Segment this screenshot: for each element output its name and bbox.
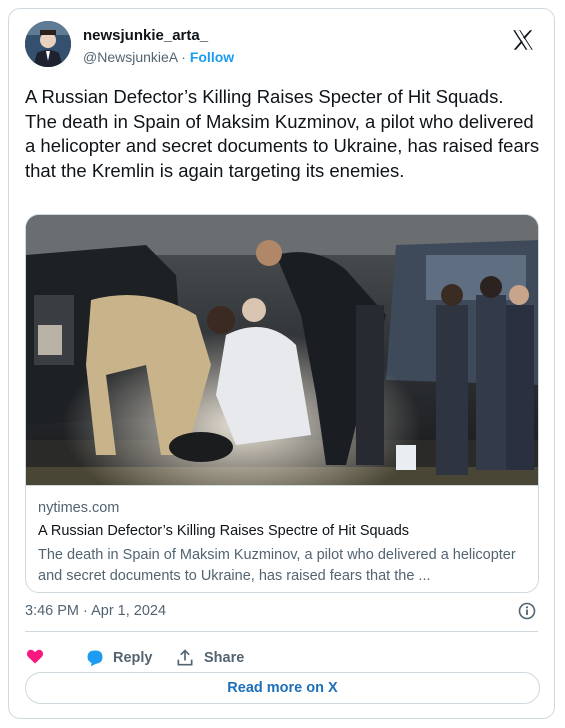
divider — [25, 631, 538, 632]
read-more-button[interactable]: Read more on X — [25, 672, 540, 704]
author-display-name[interactable]: newsjunkie_arta_ — [83, 27, 208, 44]
follow-button[interactable]: Follow — [190, 49, 234, 65]
share-label: Share — [204, 650, 245, 666]
x-logo-icon[interactable] — [510, 27, 536, 53]
author-handle[interactable]: @NewsjunkieA — [83, 49, 177, 65]
tweet-header: newsjunkie_arta_ @NewsjunkieA · Follow — [25, 21, 540, 73]
share-icon — [175, 648, 195, 668]
like-button[interactable] — [25, 643, 45, 673]
news-photo[interactable] — [26, 215, 538, 485]
avatar[interactable] — [25, 21, 71, 67]
author-handle-row: @NewsjunkieA · Follow — [83, 49, 234, 65]
reply-button[interactable]: Reply — [85, 643, 153, 673]
tweet-timestamp[interactable]: 3:46 PM · Apr 1, 2024 — [25, 603, 166, 619]
reply-label: Reply — [113, 650, 153, 666]
link-title[interactable]: A Russian Defector’s Killing Raises Spec… — [38, 523, 409, 539]
link-description: The death in Spain of Maksim Kuzminov, a… — [38, 547, 516, 584]
tweet-card: newsjunkie_arta_ @NewsjunkieA · Follow A… — [8, 8, 555, 719]
separator-dot: · — [181, 49, 186, 65]
tweet-text: A Russian Defector’s Killing Raises Spec… — [25, 86, 540, 181]
info-icon[interactable] — [518, 602, 536, 620]
link-info[interactable]: nytimes.com A Russian Defector’s Killing… — [26, 485, 538, 592]
reply-bubble-icon — [85, 648, 105, 668]
link-domain: nytimes.com — [38, 500, 120, 516]
share-button[interactable]: Share — [175, 643, 244, 673]
link-preview-card[interactable]: nytimes.com A Russian Defector’s Killing… — [25, 214, 539, 593]
heart-icon — [25, 646, 45, 670]
